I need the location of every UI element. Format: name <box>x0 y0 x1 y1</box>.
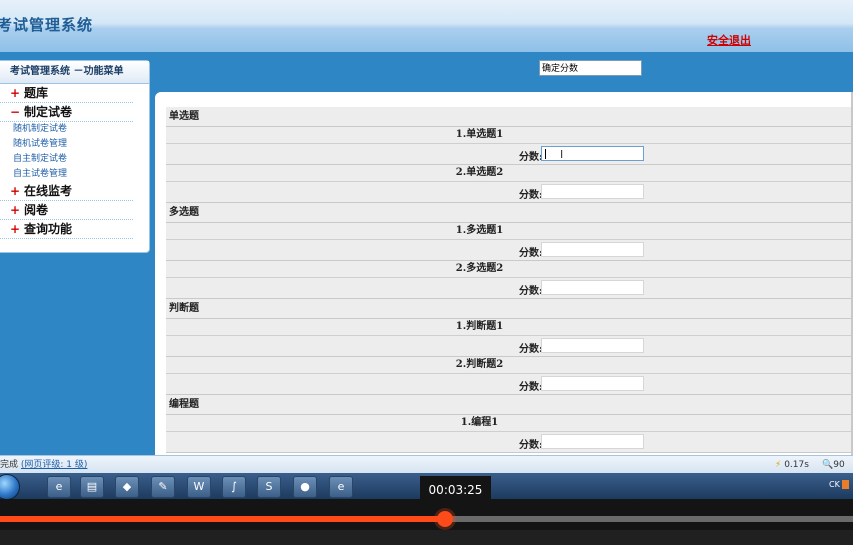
score-input[interactable] <box>541 184 644 199</box>
score-row: 分数: <box>166 432 853 453</box>
zoom-value: 90 <box>833 460 845 470</box>
menu-label: 阅卷 <box>24 203 49 217</box>
feather-icon[interactable]: ∫ <box>222 476 246 498</box>
section-header: 单选题 <box>166 107 853 127</box>
zoom-level[interactable]: 🔍90 <box>822 456 845 473</box>
word-icon[interactable]: W <box>187 476 211 498</box>
status-text: 完成 (网页评级: 1 级) <box>0 456 87 473</box>
text-cursor-icon: I <box>560 148 564 161</box>
score-input[interactable]: I <box>541 146 644 161</box>
confirm-score-button[interactable] <box>539 60 642 76</box>
score-label: 分数: <box>519 382 543 393</box>
sogou-icon[interactable]: S <box>257 476 281 498</box>
question-title: 1.单选题1 <box>166 127 853 144</box>
score-row: 分数: <box>166 374 853 395</box>
section-header: 多选题 <box>166 203 853 223</box>
menu-item-query[interactable]: + 查询功能 <box>0 220 133 239</box>
main-content: 单选题 1.单选题1 分数: I 2.单选题2 分数: 多选题 1.多选题1 分… <box>155 92 853 455</box>
question-title: 1.判断题1 <box>166 319 853 336</box>
score-label: 分数: <box>519 344 543 355</box>
folder-icon[interactable]: ▤ <box>80 476 104 498</box>
score-row: 分数: <box>166 240 853 261</box>
expand-icon: + <box>10 222 21 236</box>
tray-icon[interactable] <box>841 480 849 489</box>
system-title: 考试管理系统 <box>0 16 94 34</box>
start-button-icon[interactable] <box>0 474 20 500</box>
question-title: 2.多选题2 <box>166 261 853 278</box>
menu-item-grading[interactable]: + 阅卷 <box>0 201 133 220</box>
time-tooltip: 00:03:25 <box>420 476 491 504</box>
expand-icon: + <box>10 86 21 100</box>
menu-item-question-bank[interactable]: + 题库 <box>0 84 133 103</box>
ie-icon[interactable]: e <box>47 476 71 498</box>
logout-link[interactable]: 安全退出 <box>707 32 751 48</box>
system-tray: CK <box>829 480 849 489</box>
score-label: 分数: <box>519 286 543 297</box>
status-bar: 完成 (网页评级: 1 级) ⚡ 0.17s 🔍90 <box>0 455 853 473</box>
score-input[interactable] <box>541 434 644 449</box>
menu-label: 题库 <box>24 86 49 100</box>
submenu-item-custom-manage[interactable]: 自主试卷管理 <box>13 167 149 182</box>
score-row: 分数: <box>166 336 853 357</box>
menu-label: 在线监考 <box>24 184 73 198</box>
submenu-item-custom-make[interactable]: 自主制定试卷 <box>13 152 149 167</box>
header-bar: 考试管理系统 安全退出 <box>0 0 853 52</box>
score-row: 分数: <box>166 278 853 299</box>
seek-progress <box>0 516 446 522</box>
tools-icon[interactable]: ✎ <box>151 476 175 498</box>
submenu-item-random-make[interactable]: 随机制定试卷 <box>13 122 149 137</box>
status-done: 完成 <box>0 460 19 470</box>
question-title: 1.多选题1 <box>166 223 853 240</box>
ie-window-icon[interactable]: e <box>329 476 353 498</box>
page-rating-link[interactable]: (网页评级: 1 级) <box>21 460 88 470</box>
sidebar: 考试管理系统 －功能菜单 + 题库 − 制定试卷 随机制定试卷 随机试卷管理 自主制… <box>0 60 150 253</box>
score-input[interactable] <box>541 338 644 353</box>
score-table: 单选题 1.单选题1 分数: I 2.单选题2 分数: 多选题 1.多选题1 分… <box>166 107 853 453</box>
input-method[interactable]: CK <box>829 480 840 489</box>
menu-item-online-proctor[interactable]: + 在线监考 <box>0 182 133 201</box>
expand-icon: + <box>10 203 21 217</box>
score-row: 分数: I <box>166 144 853 165</box>
qq-icon[interactable]: ● <box>293 476 317 498</box>
score-input[interactable] <box>541 280 644 295</box>
player-bottom-bar <box>0 530 853 545</box>
question-title: 2.判断题2 <box>166 357 853 374</box>
expand-icon: + <box>10 184 21 198</box>
menu-label: 制定试卷 <box>24 105 73 119</box>
load-speed: ⚡ 0.17s <box>775 456 809 473</box>
score-label: 分数: <box>519 440 543 451</box>
submenu-item-random-manage[interactable]: 随机试卷管理 <box>13 137 149 152</box>
sidebar-header: 考试管理系统 －功能菜单 <box>0 61 149 84</box>
lightning-icon: ⚡ <box>775 460 782 470</box>
score-label: 分数: <box>519 248 543 259</box>
menu-item-make-paper[interactable]: − 制定试卷 <box>0 103 133 122</box>
score-label: 分数: <box>519 190 543 201</box>
score-label: 分数: <box>519 152 543 163</box>
zoom-icon: 🔍 <box>822 460 834 470</box>
menu-label: 查询功能 <box>24 222 73 236</box>
question-title: 2.单选题2 <box>166 165 853 182</box>
score-row: 分数: <box>166 182 853 203</box>
submenu-make-paper: 随机制定试卷 随机试卷管理 自主制定试卷 自主试卷管理 <box>0 122 149 182</box>
section-header: 编程题 <box>166 395 853 415</box>
app-icon[interactable]: ◆ <box>115 476 139 498</box>
score-input[interactable] <box>541 242 644 257</box>
section-header: 判断题 <box>166 299 853 319</box>
text-caret <box>545 149 546 159</box>
question-title: 1.编程1 <box>166 415 853 432</box>
collapse-icon: − <box>10 105 21 119</box>
seek-bar[interactable] <box>0 511 853 527</box>
score-input[interactable] <box>541 376 644 391</box>
browser-window: 考试管理系统 安全退出 考试管理系统 －功能菜单 + 题库 − 制定试卷 随机制定试… <box>0 0 853 473</box>
load-time: 0.17s <box>784 460 809 470</box>
